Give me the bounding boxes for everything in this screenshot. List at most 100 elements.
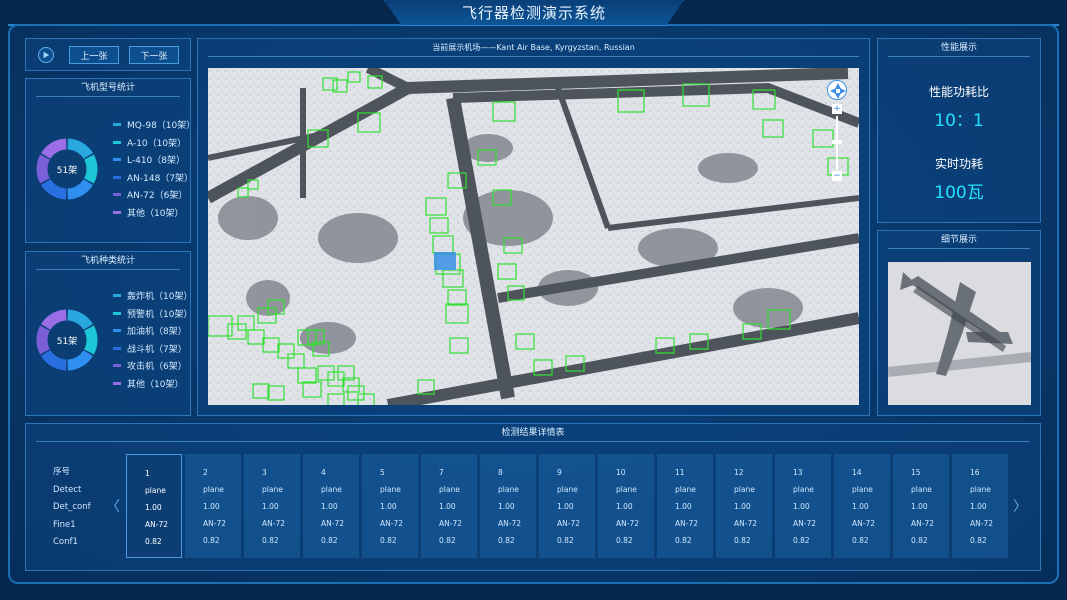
result-column[interactable]: 8 plane 1.00 AN-72 0.82 [480,454,536,558]
result-cell-det-conf: 1.00 [616,502,633,511]
map-compass-icon[interactable] [827,80,847,100]
page-title: 飞行器检测演示系统 [384,0,684,26]
result-cell-det-conf: 1.00 [970,502,987,511]
result-cell-detect: plane [380,485,401,494]
model-legend: MQ-98（10架） A-10（10架） L-410（8架） AN-148（7架） AN… [113,116,195,221]
satellite-map[interactable] [208,68,859,405]
result-cell-detect: plane [911,485,932,494]
play-button[interactable] [38,47,54,63]
result-cell-detect: plane [734,485,755,494]
realtime-power-value: 100瓦 [934,183,984,203]
plane-closeup-icon [888,262,1031,405]
performance-title: 性能展示 [888,39,1030,57]
legend-label: 战斗机（7架） [127,344,187,355]
legend-swatch [113,381,121,385]
result-cell-conf1: 0.82 [498,536,515,545]
legend-swatch [113,158,121,162]
result-cell-detect: plane [970,485,991,494]
result-cell-det-conf: 1.00 [734,502,751,511]
result-cell-det-conf: 1.00 [439,502,456,511]
legend-swatch [113,329,121,333]
result-cell-conf1: 0.82 [145,537,162,546]
result-column[interactable]: 4 plane 1.00 AN-72 0.82 [303,454,359,558]
result-cell-det-conf: 1.00 [498,502,515,511]
result-cell-det-conf: 1.00 [793,502,810,511]
result-column[interactable]: 9 plane 1.00 AN-72 0.82 [539,454,595,558]
result-cell-det-conf: 1.00 [852,502,869,511]
result-cell-conf1: 0.82 [439,536,456,545]
legend-item: AN-148（7架） [113,169,195,187]
legend-swatch [113,175,121,179]
result-column[interactable]: 11 plane 1.00 AN-72 0.82 [657,454,713,558]
result-cell-conf1: 0.82 [203,536,220,545]
result-cell-id: 13 [793,468,803,477]
zoom-in-button[interactable]: + [832,104,842,114]
type-legend: 轰炸机（10架） 预警机（10架） 加油机（8架） 战斗机（7架） 攻击机（6架） 其他（… [113,287,192,392]
result-cell-det-conf: 1.00 [203,502,220,511]
result-column[interactable]: 7 plane 1.00 AN-72 0.82 [421,454,477,558]
result-column[interactable]: 5 plane 1.00 AN-72 0.82 [362,454,418,558]
result-cell-id: 1 [145,469,150,478]
row-header: Detect [53,484,82,495]
result-cell-id: 10 [616,468,626,477]
result-column[interactable]: 3 plane 1.00 AN-72 0.82 [244,454,300,558]
result-cell-conf1: 0.82 [911,536,928,545]
result-cell-detect: plane [439,485,460,494]
legend-item: 加油机（8架） [113,322,192,340]
legend-label: 其他（10架） [127,379,184,390]
prev-image-button[interactable]: 上一张 [69,46,119,64]
result-cell-id: 15 [911,468,921,477]
result-cell-detect: plane [793,485,814,494]
result-cell-id: 8 [498,468,503,477]
detail-title: 细节展示 [888,231,1030,249]
legend-item: MQ-98（10架） [113,116,195,134]
result-cell-det-conf: 1.00 [675,502,692,511]
result-column[interactable]: 15 plane 1.00 AN-72 0.82 [893,454,949,558]
result-cell-det-conf: 1.00 [911,502,928,511]
zoom-out-button[interactable]: − [832,171,842,181]
legend-item: 攻击机（6架） [113,357,192,375]
legend-label: AN-148（7架） [127,173,194,184]
next-image-button[interactable]: 下一张 [129,46,179,64]
legend-label: 其他（10架） [127,208,184,219]
result-cell-conf1: 0.82 [616,536,633,545]
legend-label: L-410（8架） [127,156,186,167]
result-cell-detect: plane [557,485,578,494]
legend-item: 预警机（10架） [113,305,192,323]
power-ratio-label: 性能功耗比 [928,85,989,99]
realtime-power-label: 实时功耗 [934,157,983,171]
detail-image [888,262,1031,405]
result-column[interactable]: 16 plane 1.00 AN-72 0.82 [952,454,1008,558]
selected-detection-box[interactable] [434,252,456,270]
result-column[interactable]: 14 plane 1.00 AN-72 0.82 [834,454,890,558]
result-cell-detect: plane [262,485,283,494]
results-prev-arrow[interactable]: 〈 [106,496,120,516]
legend-label: 加油机（8架） [127,327,187,338]
legend-swatch [113,311,121,315]
results-next-arrow[interactable]: 〉 [1013,496,1027,516]
result-cell-det-conf: 1.00 [557,502,574,511]
row-header: Det_conf [53,502,91,512]
result-cell-conf1: 0.82 [262,536,279,545]
result-cell-fine1: AN-72 [911,519,934,528]
result-column[interactable]: 1 plane 1.00 AN-72 0.82 [126,454,182,558]
legend-label: 轰炸机（10架） [127,292,193,303]
result-cell-fine1: AN-72 [675,519,698,528]
row-header: Conf1 [53,537,78,547]
result-column[interactable]: 10 plane 1.00 AN-72 0.82 [598,454,654,558]
result-cell-conf1: 0.82 [675,536,692,545]
result-cell-id: 4 [321,468,326,477]
zoom-slider-handle[interactable] [832,140,842,144]
result-column[interactable]: 12 plane 1.00 AN-72 0.82 [716,454,772,558]
result-cell-fine1: AN-72 [734,519,757,528]
result-cell-detect: plane [321,485,342,494]
result-cell-fine1: AN-72 [970,519,993,528]
result-column[interactable]: 13 plane 1.00 AN-72 0.82 [775,454,831,558]
result-column[interactable]: 2 plane 1.00 AN-72 0.82 [185,454,241,558]
result-cell-det-conf: 1.00 [262,502,279,511]
result-cell-detect: plane [675,485,696,494]
result-cell-det-conf: 1.00 [321,502,338,511]
result-cell-fine1: AN-72 [439,519,462,528]
row-header: 序号 [53,467,71,477]
result-cell-id: 12 [734,468,744,477]
